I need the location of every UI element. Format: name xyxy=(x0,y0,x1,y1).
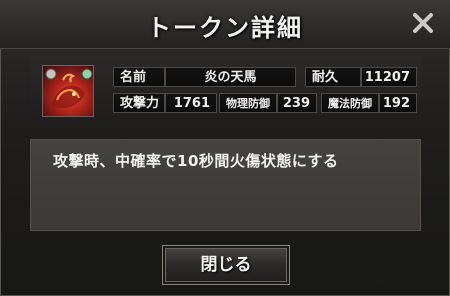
close-button[interactable]: 閉じる xyxy=(162,245,290,285)
attack-value: 1761 xyxy=(165,93,217,113)
token-description: 攻撃時、中確率で10秒間火傷状態にする xyxy=(53,152,339,170)
dialog-title: トークン詳細 xyxy=(147,13,303,42)
description-box: 攻撃時、中確率で10秒間火傷状態にする xyxy=(30,139,421,231)
name-label: 名前 xyxy=(113,67,165,87)
physical-defense-label: 物理防御 xyxy=(219,93,277,113)
token-name: 炎の天馬 xyxy=(165,67,296,87)
attack-label: 攻撃力 xyxy=(113,93,165,113)
physical-defense-value: 239 xyxy=(277,93,317,113)
token-info-panel: 名前 炎の天馬 耐久 11207 攻撃力 1761 物理防御 239 魔法防御 … xyxy=(30,56,421,123)
token-portrait xyxy=(42,65,94,117)
durability-value: 11207 xyxy=(361,67,417,87)
magic-defense-label: 魔法防御 xyxy=(321,93,379,113)
magic-defense-value: 192 xyxy=(379,93,417,113)
title-bar: トークン詳細 xyxy=(0,0,450,49)
close-icon[interactable] xyxy=(410,10,436,36)
durability-label: 耐久 xyxy=(305,67,361,87)
flame-pegasus-icon xyxy=(45,68,93,108)
